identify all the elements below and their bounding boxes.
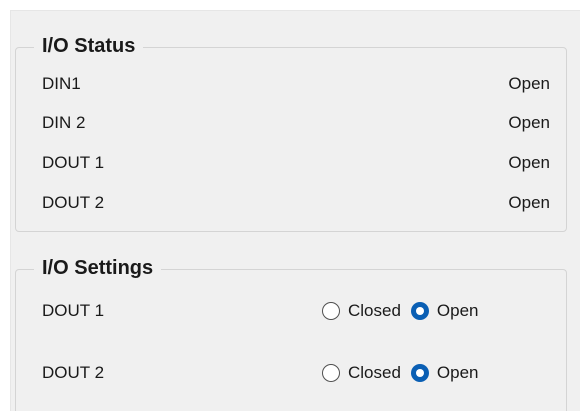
status-label-din1: DIN1: [42, 74, 81, 93]
dout2-open-label[interactable]: Open: [437, 362, 479, 384]
status-value-dout1: Open: [508, 153, 550, 172]
io-status-title: I/O Status: [34, 33, 144, 59]
dout2-closed-radio[interactable]: Closed: [322, 362, 411, 384]
setting-label-dout2: DOUT 2: [42, 363, 105, 382]
dout1-radio-group: Closed Open: [322, 298, 479, 324]
dout1-closed-label[interactable]: Closed: [348, 300, 401, 322]
dout1-closed-radio[interactable]: Closed: [322, 300, 411, 322]
io-settings-group: [15, 269, 567, 411]
dout2-closed-label[interactable]: Closed: [348, 362, 401, 384]
radio-unchecked-icon[interactable]: [322, 302, 340, 320]
status-label-dout2: DOUT 2: [42, 193, 105, 212]
radio-checked-icon[interactable]: [410, 364, 429, 382]
status-value-din2: Open: [508, 113, 550, 132]
io-settings-title: I/O Settings: [34, 255, 162, 281]
dout1-open-radio[interactable]: Open: [410, 300, 479, 322]
status-label-din2: DIN 2: [42, 113, 86, 132]
radio-checked-icon[interactable]: [410, 302, 429, 320]
dout1-open-label[interactable]: Open: [437, 300, 479, 322]
dout2-open-radio[interactable]: Open: [410, 362, 479, 384]
status-value-dout2: Open: [508, 193, 550, 212]
dout2-radio-group: Closed Open: [322, 360, 479, 386]
status-label-dout1: DOUT 1: [42, 153, 105, 172]
status-value-din1: Open: [508, 74, 550, 93]
radio-unchecked-icon[interactable]: [322, 364, 340, 382]
setting-label-dout1: DOUT 1: [42, 301, 105, 320]
